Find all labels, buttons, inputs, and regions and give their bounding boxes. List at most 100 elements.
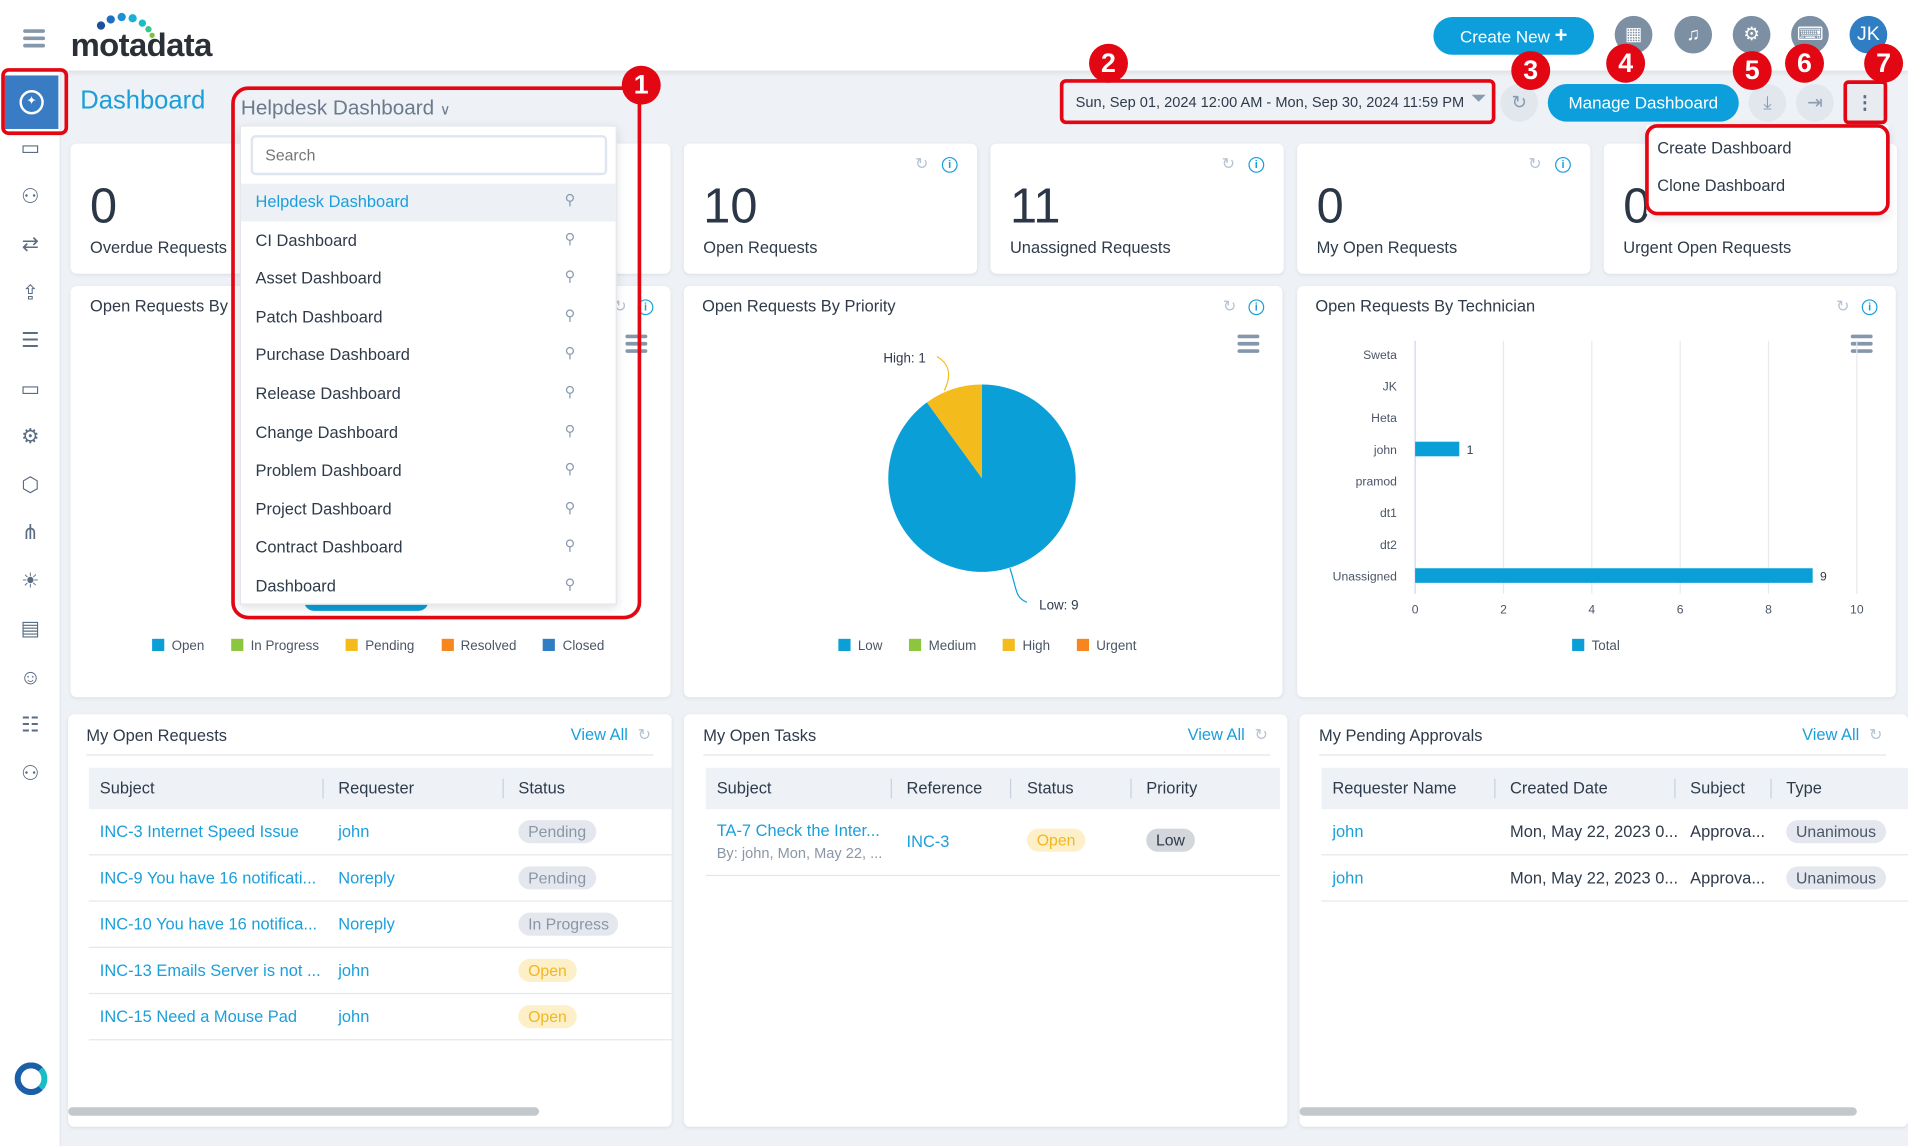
info-icon[interactable]: i <box>1555 156 1571 173</box>
transfer-icon[interactable]: ⇄ <box>16 230 45 259</box>
package-icon[interactable]: ⬡ <box>16 470 45 499</box>
legend-item[interactable]: Total <box>1572 638 1620 653</box>
motadata-logo[interactable]: motadata <box>71 10 229 64</box>
hierarchy-icon[interactable]: ⋔ <box>16 518 45 547</box>
subject-link[interactable]: INC-9 You have 16 notificati... <box>100 869 316 887</box>
column-requester-name[interactable]: Requester Name <box>1332 779 1456 797</box>
table-row[interactable]: john Mon, May 22, 2023 0... Approva... Unan… <box>1321 855 1908 902</box>
table-row[interactable]: john Mon, May 22, 2023 0... Approva... Unan… <box>1321 809 1908 856</box>
column-priority[interactable]: Priority <box>1146 779 1197 797</box>
column-subject[interactable]: Subject <box>100 779 155 797</box>
requester-link[interactable]: john <box>1332 869 1363 887</box>
column-status[interactable]: Status <box>1027 779 1074 797</box>
kpi-card[interactable]: 11 Unassigned Requests ↻ i <box>990 143 1284 274</box>
table-row[interactable]: TA-7 Check the Inter... By: john, Mon, M… <box>705 809 1281 877</box>
legend-item[interactable]: Urgent <box>1076 638 1136 653</box>
legend-item[interactable]: High <box>1003 638 1050 653</box>
info-icon[interactable]: i <box>1248 156 1265 173</box>
kpi-label: My Open Requests <box>1316 238 1458 257</box>
legend-item[interactable]: Pending <box>345 638 414 653</box>
status-badge: Open <box>1026 828 1086 852</box>
hamburger-menu-icon[interactable] <box>23 29 46 51</box>
legend-item[interactable]: In Progress <box>231 638 319 653</box>
annotation-badge-5: 5 <box>1732 51 1772 91</box>
approval-subject: Approva... <box>1690 868 1766 888</box>
kpi-label: Overdue Requests <box>90 238 228 257</box>
bar-unassigned[interactable] <box>1415 568 1813 583</box>
priority-badge: Low <box>1146 828 1195 852</box>
refresh-icon[interactable]: ↻ <box>1255 725 1268 744</box>
manage-dashboard-button[interactable]: Manage Dashboard <box>1547 83 1739 122</box>
info-icon[interactable]: i <box>941 156 958 173</box>
column-requester[interactable]: Requester <box>338 779 414 797</box>
bell-icon[interactable]: ♫ <box>1674 15 1713 54</box>
subject-link[interactable]: INC-3 Internet Speed Issue <box>100 823 299 841</box>
legend-item[interactable]: Resolved <box>441 638 516 653</box>
kpi-value: 0 <box>1316 180 1344 234</box>
table-row[interactable]: INC-3 Internet Speed Issue john Pending <box>88 809 672 856</box>
reference-link[interactable]: INC-3 <box>907 832 950 850</box>
widget-open-requests-by-technician: Open Requests By Technician ↻ i 0 2 4 6 8 10 S… <box>1297 285 1896 698</box>
view-all-link[interactable]: View All <box>571 725 628 743</box>
gear-icon[interactable]: ⚙ <box>1732 15 1771 54</box>
team-icon[interactable]: ⚇ <box>16 759 45 788</box>
database-icon[interactable]: ☰ <box>16 326 45 355</box>
table-row[interactable]: INC-9 You have 16 notificati... Noreply Pe… <box>88 855 672 902</box>
upload-icon[interactable]: ⇪ <box>16 278 45 307</box>
column-subject[interactable]: Subject <box>717 779 772 797</box>
kpi-card[interactable]: 0 My Open Requests ↻ i <box>1297 143 1591 274</box>
column-reference[interactable]: Reference <box>907 779 983 797</box>
column-status[interactable]: Status <box>518 779 565 797</box>
status-badge: Pending <box>518 820 596 844</box>
task-subject-link[interactable]: TA-7 Check the Inter... <box>717 821 880 839</box>
y-tick-label: JK <box>1383 380 1397 394</box>
export-icon[interactable]: ⇥ <box>1795 83 1834 122</box>
kpi-value: 10 <box>703 180 758 234</box>
legend-swatch <box>441 638 454 651</box>
legend-item[interactable]: Low <box>838 638 882 653</box>
requester-link[interactable]: john <box>338 823 369 841</box>
kpi-card[interactable]: 10 Open Requests ↻ i <box>683 143 978 274</box>
subject-link[interactable]: INC-10 You have 16 notifica... <box>100 915 317 933</box>
users-icon[interactable]: ⚇ <box>16 182 45 211</box>
table-row[interactable]: INC-13 Emails Server is not ... john Open <box>88 948 672 995</box>
view-all-link[interactable]: View All <box>1188 725 1245 743</box>
legend-item[interactable]: Closed <box>543 638 604 653</box>
person-icon[interactable]: ☺ <box>16 663 45 692</box>
x-tick-label: 10 <box>1850 602 1864 616</box>
ticket-icon[interactable]: ▭ <box>16 134 45 163</box>
bar-john[interactable] <box>1415 441 1460 457</box>
horizontal-scrollbar[interactable] <box>1299 1107 1857 1116</box>
horizontal-scrollbar[interactable] <box>68 1107 540 1116</box>
requester-link[interactable]: john <box>1332 823 1363 841</box>
view-all-link[interactable]: View All <box>1802 725 1859 743</box>
approval-subject: Approva... <box>1690 822 1766 841</box>
column-subject[interactable]: Subject <box>1690 779 1745 797</box>
refresh-icon[interactable]: ↻ <box>1528 155 1541 174</box>
column-created-date[interactable]: Created Date <box>1510 779 1608 797</box>
refresh-icon[interactable]: ↻ <box>1869 725 1882 744</box>
y-tick-label: dt2 <box>1380 538 1397 552</box>
requester-link[interactable]: john <box>338 961 369 979</box>
table-row[interactable]: INC-10 You have 16 notifica... Noreply In … <box>88 902 672 948</box>
annotation-box-kebab <box>1843 80 1888 125</box>
create-new-button[interactable]: Create New + <box>1433 17 1595 55</box>
cog-icon[interactable]: ⚙ <box>16 422 45 451</box>
refresh-icon[interactable]: ↻ <box>1222 155 1235 174</box>
refresh-icon[interactable]: ↻ <box>915 155 928 174</box>
subject-link[interactable]: INC-13 Emails Server is not ... <box>100 961 321 979</box>
requester-link[interactable]: john <box>338 1008 369 1026</box>
column-type[interactable]: Type <box>1786 779 1822 797</box>
refresh-icon[interactable]: ↻ <box>638 725 651 744</box>
table-row[interactable]: INC-15 Need a Mouse Pad john Open <box>88 994 672 1041</box>
requester-link[interactable]: Noreply <box>338 915 395 933</box>
laptop-icon[interactable]: ▭ <box>16 374 45 403</box>
type-badge: Unanimous <box>1786 866 1886 890</box>
requester-link[interactable]: Noreply <box>338 869 395 887</box>
report-icon[interactable]: ▤ <box>16 614 45 643</box>
subject-link[interactable]: INC-15 Need a Mouse Pad <box>100 1008 297 1026</box>
checklist-icon[interactable]: ☷ <box>16 711 45 740</box>
lightbulb-icon[interactable]: ☀ <box>16 566 45 595</box>
legend-item[interactable]: Open <box>152 638 204 653</box>
legend-item[interactable]: Medium <box>909 638 976 653</box>
